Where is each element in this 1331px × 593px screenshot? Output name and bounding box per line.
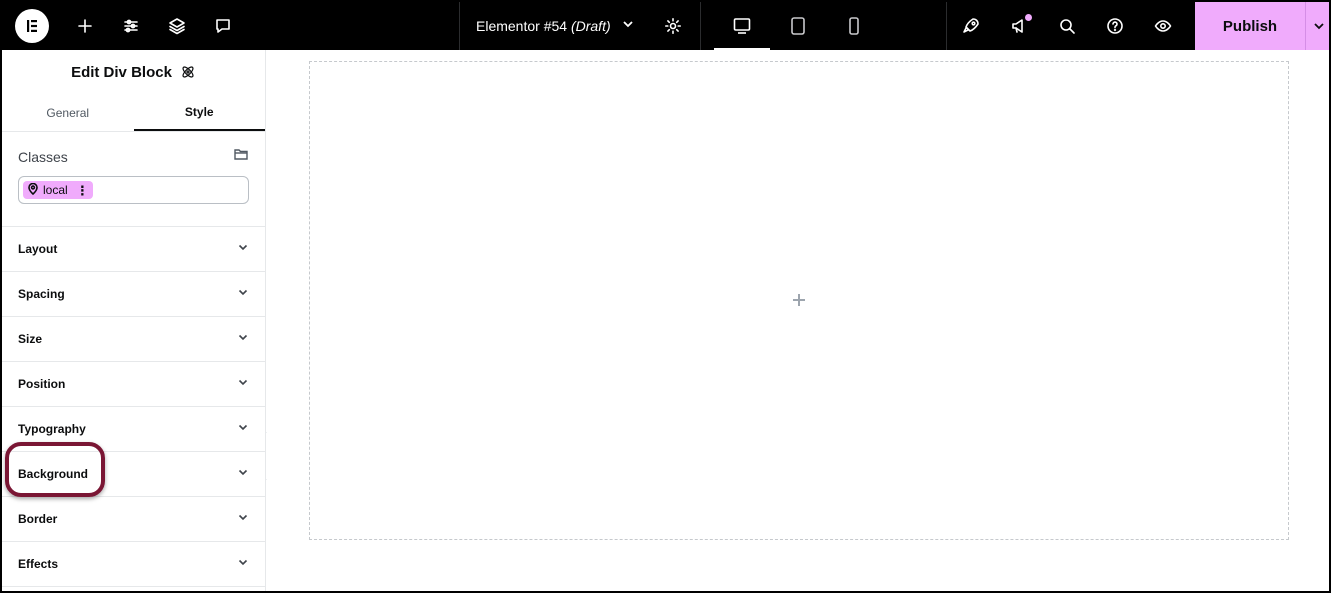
chevron-down-icon	[621, 17, 635, 36]
editor-panel: Edit Div Block General Style Classes loc…	[2, 50, 266, 591]
panel-tabs: General Style	[2, 94, 265, 132]
section-label: Typography	[18, 422, 86, 436]
layers-icon	[169, 18, 185, 35]
chevron-down-icon	[237, 285, 249, 303]
launchpad-button[interactable]	[947, 2, 995, 50]
class-manager-button[interactable]	[233, 146, 249, 167]
tab-style[interactable]: Style	[133, 94, 265, 131]
page-settings-button[interactable]	[656, 2, 690, 50]
classes-label: Classes	[18, 148, 68, 165]
section-label: Effects	[18, 557, 59, 571]
device-switcher	[702, 2, 894, 50]
section-effects[interactable]: Effects	[2, 542, 265, 587]
plus-icon	[793, 293, 805, 306]
tab-general[interactable]: General	[2, 94, 134, 131]
section-layout[interactable]: Layout	[2, 227, 265, 272]
comment-icon	[216, 19, 230, 33]
tablet-view-button[interactable]	[770, 2, 826, 50]
notification-dot	[1025, 14, 1032, 21]
chevron-down-icon	[237, 510, 249, 528]
top-bar: Elementor #54 (Draft) Publish	[2, 2, 1329, 50]
chevron-down-icon	[237, 375, 249, 393]
tablet-icon	[791, 17, 805, 35]
section-label: Border	[18, 512, 58, 526]
section-label: Background	[18, 467, 89, 481]
eye-icon	[1154, 20, 1172, 32]
finder-button[interactable]	[1043, 2, 1091, 50]
editor-window: Elementor #54 (Draft) Publish Edit Div B…	[0, 0, 1331, 593]
mobile-view-button[interactable]	[826, 2, 882, 50]
class-chip-menu-button[interactable]: ⋮	[76, 184, 89, 197]
section-spacing[interactable]: Spacing	[2, 272, 265, 317]
rocket-icon	[963, 18, 979, 33]
div-block-dropzone[interactable]	[309, 61, 1289, 540]
class-chip-label: local	[43, 183, 68, 197]
publish-options-button[interactable]	[1305, 2, 1329, 50]
whats-new-button[interactable]	[995, 2, 1043, 50]
search-icon	[1060, 19, 1075, 34]
section-label: Position	[18, 377, 66, 391]
add-element-button[interactable]	[62, 2, 108, 50]
document-title-menu[interactable]: Elementor #54 (Draft)	[459, 2, 701, 50]
comments-button[interactable]	[200, 2, 246, 50]
elementor-logo-button[interactable]	[2, 2, 62, 50]
elementor-logo-icon	[15, 9, 49, 43]
site-settings-button[interactable]	[108, 2, 154, 50]
chevron-down-icon	[237, 555, 249, 573]
section-position[interactable]: Position	[2, 362, 265, 407]
chevron-down-icon	[1313, 23, 1324, 30]
document-title: Elementor #54 (Draft)	[476, 18, 611, 34]
panel-title: Edit Div Block	[71, 63, 172, 81]
section-label: Spacing	[18, 287, 65, 301]
desktop-view-button[interactable]	[714, 2, 770, 50]
chevron-down-icon	[237, 330, 249, 348]
chevron-down-icon	[237, 465, 249, 483]
class-chip-local[interactable]: local ⋮	[23, 181, 93, 199]
classes-input[interactable]: local ⋮	[18, 176, 249, 204]
section-label: Layout	[18, 242, 58, 256]
desktop-icon	[733, 18, 751, 34]
structure-button[interactable]	[154, 2, 200, 50]
chevron-down-icon	[237, 420, 249, 438]
section-size[interactable]: Size	[2, 317, 265, 362]
section-border[interactable]: Border	[2, 497, 265, 542]
folder-icon	[234, 149, 248, 160]
gear-icon	[665, 18, 681, 34]
plus-icon	[78, 19, 92, 33]
location-pin-icon	[27, 182, 39, 198]
atomic-element-icon	[180, 64, 196, 80]
preview-button[interactable]	[1139, 2, 1187, 50]
editor-canvas	[267, 50, 1329, 591]
section-label: Size	[18, 332, 43, 346]
section-typography[interactable]: Typography	[2, 407, 265, 452]
panel-header: Edit Div Block	[2, 50, 265, 94]
right-toolbar	[946, 2, 1187, 50]
help-button[interactable]	[1091, 2, 1139, 50]
classes-section: Classes local ⋮	[2, 132, 265, 227]
help-icon	[1107, 18, 1123, 34]
publish-button[interactable]: Publish	[1195, 2, 1305, 50]
sliders-icon	[124, 19, 138, 33]
add-element-plus-button[interactable]	[789, 290, 809, 310]
chevron-down-icon	[237, 240, 249, 258]
section-background[interactable]: Background	[2, 452, 265, 497]
mobile-icon	[849, 17, 859, 35]
